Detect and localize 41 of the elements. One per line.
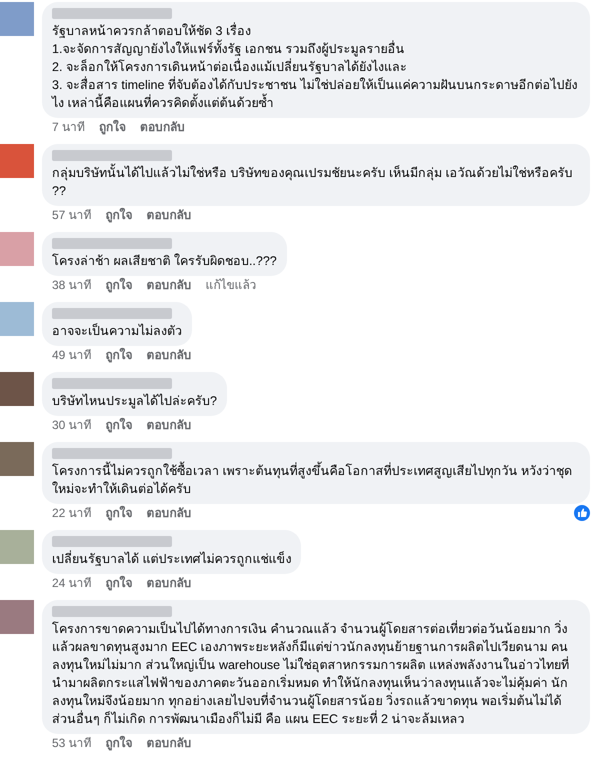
reply-link[interactable]: ตอบกลับ <box>146 417 192 433</box>
comment-time[interactable]: 30 นาที <box>52 417 92 433</box>
like-link[interactable]: ถูกใจ <box>99 119 126 135</box>
reply-link[interactable]: ตอบกลับ <box>146 505 192 521</box>
comment-time[interactable]: 53 นาที <box>52 735 92 751</box>
avatar-icon[interactable] <box>0 600 34 634</box>
like-link[interactable]: ถูกใจ <box>106 347 133 363</box>
avatar-icon[interactable] <box>0 372 34 406</box>
comment-text: โครงการขาดความเป็นไปได้ทางการเงิน คำนวณแล้ว จำนวนผู้โดยสารต่อเที่ยวต่อวันน้อยมาก วิ่งแล้วผลขาดทุนสูงมาก EEC เองภาพระยะหลังก็มีแต่ข่าวนักลงทุนย้ายฐานการผลิตไปเวียดนาม คนลงทุนใหม่ไม่มาก ส่วนใหญ่เป็น warehouse ไม่ใช่อุตสาหกรรมการผลิต แหล่งพลังงานในอ่าวไทยที่นำมาผลิตกระแสไฟฟ้าของภาคตะวันออกเริ่มหมด ทำให้นักลงทุนเห็นว่าลงทุนแล้วจะไม่คุ้มค่า นักลงทุนใหม่จึงน้อยมาก ทุกอย่างเลยไปจบที่จำนวนผู้โดยสารน้อย วิ่งรถแล้วขาดทุน พอเริ่มต้นไม่ได้ ส่วนอื่นๆ ก็ไม่เกิด การพัฒนาเมืองก็ไม่มี คือ แผน EEC ระยะที่ 2 น่าจะล้มเหลว <box>52 620 570 728</box>
comment-time[interactable]: 49 นาที <box>52 347 92 363</box>
reply-link[interactable]: ตอบกลับ <box>146 735 192 751</box>
comment-text: โครงล่าช้า ผลเสียชาติ ใครรับผิดชอบ..??? <box>52 252 277 270</box>
avatar-icon[interactable] <box>0 144 34 178</box>
comment-time[interactable]: 7 นาที <box>52 119 86 135</box>
avatar-icon[interactable] <box>0 442 34 476</box>
comment-time[interactable]: 22 นาที <box>52 505 92 521</box>
edited-label: แก้ไขแล้ว <box>206 277 257 293</box>
comment-time[interactable]: 24 นาที <box>52 575 92 591</box>
avatar-icon[interactable] <box>0 302 34 336</box>
reply-link[interactable]: ตอบกลับ <box>146 575 192 591</box>
avatar-icon[interactable] <box>0 530 34 564</box>
comment-time[interactable]: 57 นาที <box>52 207 92 223</box>
avatar-icon[interactable] <box>0 232 34 266</box>
comment-text: กลุ่มบริษัทนั้นได้ไปแล้วไม่ใช่หรือ บริษัทของคุณเปรมชัยนะครับ เห็นมีกลุ่ม เอวัณด้วยไม่ใช่หรือครับ ?? <box>52 164 580 200</box>
reply-link[interactable]: ตอบกลับ <box>146 207 192 223</box>
like-link[interactable]: ถูกใจ <box>106 735 133 751</box>
reply-link[interactable]: ตอบกลับ <box>146 277 192 293</box>
reply-link[interactable]: ตอบกลับ <box>140 119 186 135</box>
comment-text: อาจจะเป็นความไม่ลงตัว <box>52 322 182 340</box>
like-link[interactable]: ถูกใจ <box>106 417 133 433</box>
comment-time[interactable]: 38 นาที <box>52 277 92 293</box>
comment-text: บริษัทไหนประมูลได้ไปล่ะครับ? <box>52 392 217 410</box>
comment-text: โครงการนี้ไม่ควรถูกใช้ซื้อเวลา เพราะต้นทุนที่สูงขึ้นคือโอกาสที่ประเทศสูญเสียไปทุกวัน หวังว่าชุดใหม่จะทำให้เดินต่อได้ครับ <box>52 462 580 498</box>
avatar-icon[interactable] <box>0 2 34 36</box>
reply-link[interactable]: ตอบกลับ <box>146 347 192 363</box>
comment-text: เปลี่ยนรัฐบาลได้ แต่ประเทศไม่ควรถูกแช่แข็ง <box>52 550 292 568</box>
like-link[interactable]: ถูกใจ <box>106 505 133 521</box>
comment-text: รัฐบาลหน้าควรกล้าตอบให้ชัด 3 เรื่อง 1.จะจัดการสัญญายังไงให้แฟร์ทั้งรัฐ เอกชน รวมถึงผู้ประมูลรายอื่น 2. จะล็อกให้โครงการเดินหน้าต่อเนื่องแม้เปลี่ยนรัฐบาลได้ยังไงและ 3. จะสื่อสาร timeline ที่จับต้องได้กับประชาชน ไม่ใช่ปล่อยให้เป็นแค่ความฝันบนกระดาษอีกต่อไปยังไง เหล่านี้คือแผนที่ควรคิดตั้งแต่ต้นด้วยซ้ำ <box>52 22 578 112</box>
like-link[interactable]: ถูกใจ <box>106 575 133 591</box>
like-link[interactable]: ถูกใจ <box>106 207 133 223</box>
like-link[interactable]: ถูกใจ <box>106 277 133 293</box>
